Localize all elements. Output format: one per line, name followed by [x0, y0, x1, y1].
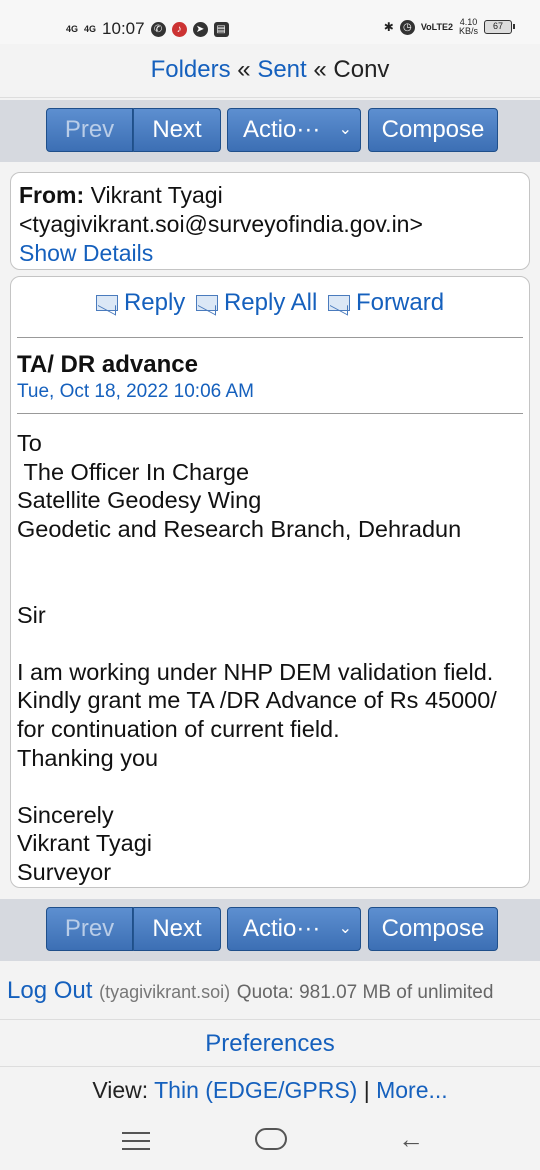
system-nav-bar: ← [0, 1112, 540, 1170]
view-mode-link[interactable]: Thin (EDGE/GPRS) [154, 1077, 357, 1103]
whatsapp-icon: ✆ [150, 21, 166, 37]
preferences-link[interactable]: Preferences [0, 1019, 540, 1067]
username: (tyagivikrant.soi) [99, 982, 231, 1002]
actions-dropdown[interactable]: Actio··· ⌄ [227, 108, 361, 152]
view-row: View: Thin (EDGE/GPRS) | More... [0, 1068, 540, 1112]
logout-link[interactable]: Log Out [7, 977, 92, 1004]
net-speed: 4.10 KB/s [459, 18, 478, 36]
view-label: View: [92, 1077, 149, 1103]
chevron-down-icon: ⌄ [338, 920, 352, 937]
breadcrumb-folders[interactable]: Folders [151, 56, 231, 83]
net-speed-unit: KB/s [458, 26, 478, 36]
reply-all-label: Reply All [223, 289, 318, 316]
bluetooth-icon: ✱ [383, 20, 394, 34]
clock: 10:07 [102, 19, 145, 38]
more-views-link[interactable]: More... [376, 1077, 448, 1103]
breadcrumb-conv: Conv [333, 56, 390, 83]
top-toolbar: Prev Next Actio··· ⌄ Compose [0, 100, 540, 162]
status-left: 4G 4G 10:07 ✆ ♪ ➤ ▤ [66, 19, 229, 39]
next-button[interactable]: Next [133, 108, 221, 152]
reply-icon [95, 295, 118, 311]
from-label: From: [19, 182, 85, 208]
view-separator: | [363, 1077, 370, 1103]
message-body: To The Officer In Charge Satellite Geode… [17, 430, 497, 885]
actions-dropdown[interactable]: Actio··· ⌄ [227, 907, 361, 951]
show-details-link[interactable]: Show Details [19, 239, 521, 268]
home-icon[interactable] [255, 1128, 287, 1150]
volte-label: VoLTE2 [420, 22, 453, 32]
bottom-toolbar: Prev Next Actio··· ⌄ Compose [0, 899, 540, 961]
battery-icon: 67 [484, 20, 515, 34]
signal-1-label: 4G [66, 23, 79, 34]
from-name: Vikrant Tyagi [90, 182, 223, 208]
back-icon[interactable]: ← [398, 1126, 424, 1152]
breadcrumb-sent[interactable]: Sent [257, 56, 306, 83]
message-subject: TA/ DR advance [17, 351, 198, 378]
forward-icon [328, 295, 351, 311]
forward-link[interactable]: Forward [328, 289, 444, 317]
quota-text: Quota: 981.07 MB of unlimited [236, 982, 494, 1003]
divider [17, 337, 523, 338]
breadcrumb-separator: « [237, 56, 251, 83]
forward-label: Forward [356, 289, 445, 316]
tiktok-icon: ♪ [171, 21, 187, 37]
breadcrumb: Folders « Sent « Conv [0, 48, 540, 98]
next-button[interactable]: Next [133, 907, 221, 951]
chevron-down-icon: ⌄ [338, 121, 352, 138]
message-date: Tue, Oct 18, 2022 10:06 AM [17, 381, 254, 402]
compose-button[interactable]: Compose [368, 907, 498, 951]
actions-label: Actio··· [243, 116, 321, 143]
signal-2-label: 4G [84, 23, 97, 34]
status-right: ✱ ◷ VoLTE2 4.10 KB/s 67 [383, 18, 515, 36]
sender-panel: From: Vikrant Tyagi <tyagivikrant.soi@su… [10, 172, 530, 270]
prev-button[interactable]: Prev [46, 108, 133, 152]
reply-all-icon [195, 295, 218, 311]
reply-link[interactable]: Reply [95, 289, 186, 317]
alarm-icon: ◷ [399, 19, 415, 35]
message-panel: Reply Reply All Forward TA/ DR advance T… [10, 276, 530, 888]
message-icon: ▤ [213, 21, 229, 37]
reply-label: Reply [123, 289, 186, 316]
message-actions: Reply Reply All Forward [11, 289, 529, 318]
account-row: Log Out (tyagivikrant.soi) Quota: 981.07… [0, 966, 540, 1016]
from-email: <tyagivikrant.soi@surveyofindia.gov.in> [19, 211, 423, 237]
telegram-icon: ➤ [192, 21, 208, 37]
status-bar: 4G 4G 10:07 ✆ ♪ ➤ ▤ ✱ ◷ VoLTE2 4.10 KB/s… [0, 0, 540, 44]
divider [17, 413, 523, 414]
reply-all-link[interactable]: Reply All [195, 289, 318, 317]
prev-button[interactable]: Prev [46, 907, 133, 951]
compose-button[interactable]: Compose [368, 108, 498, 152]
breadcrumb-separator: « [313, 56, 327, 83]
from-line: From: Vikrant Tyagi [19, 181, 521, 210]
menu-icon[interactable] [122, 1132, 150, 1150]
actions-label: Actio··· [243, 915, 321, 942]
